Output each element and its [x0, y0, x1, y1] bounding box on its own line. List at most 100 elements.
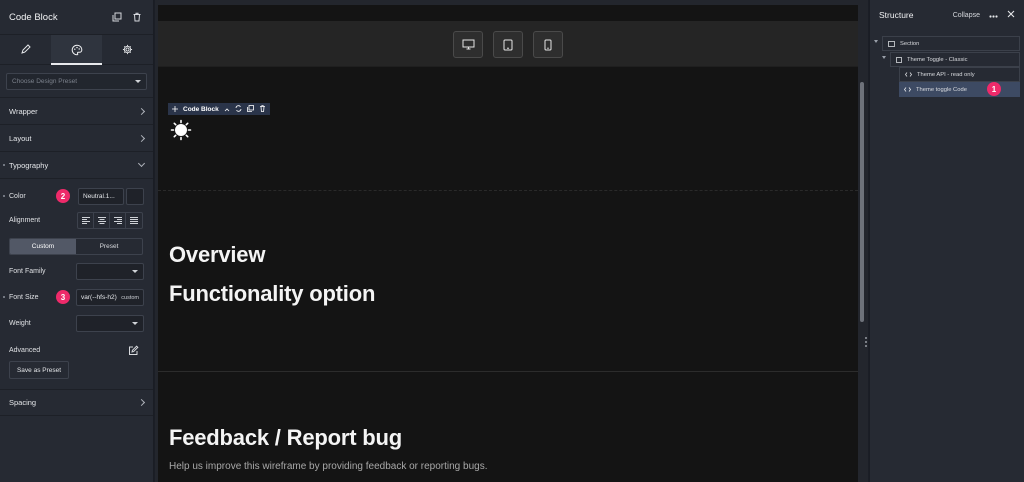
chevron-right-icon — [137, 398, 146, 407]
align-right-icon[interactable] — [110, 213, 126, 228]
code-block-label: Code Block — [183, 105, 219, 113]
feedback-text[interactable]: Help us improve this wireframe by provid… — [169, 461, 488, 472]
font-size-input[interactable]: var(--hfs-h2) custom — [76, 289, 144, 306]
typography-mode-toggle: Custom Preset — [9, 238, 143, 255]
panel-title: Code Block — [9, 11, 58, 23]
panel-tabs — [0, 35, 153, 65]
chevron-down-icon — [132, 322, 138, 325]
device-toolbar — [158, 21, 858, 67]
panel-header: Code Block — [0, 0, 153, 35]
align-center-icon[interactable] — [94, 213, 110, 228]
tree-item-label: Theme toggle Code — [916, 86, 967, 93]
expand-arrow-icon[interactable] — [882, 56, 886, 59]
close-icon[interactable] — [1007, 10, 1015, 20]
tree-item-section[interactable]: Section — [882, 36, 1020, 51]
tree-item-theme-api[interactable]: Theme API - read only — [899, 67, 1020, 82]
color-value-field[interactable]: Neutral.1... — [78, 188, 124, 205]
move-icon[interactable] — [172, 105, 178, 114]
edit-icon[interactable] — [128, 345, 139, 358]
duplicate-icon[interactable] — [246, 104, 254, 114]
preset-row: Choose Design Preset — [0, 65, 153, 98]
desktop-icon[interactable] — [453, 31, 483, 58]
tree-item-label: Theme API - read only — [917, 71, 975, 78]
section-typography[interactable]: Typography — [0, 152, 153, 179]
collapse-button[interactable]: Collapse — [953, 12, 980, 19]
div-icon — [896, 56, 902, 63]
structure-header: Structure Collapse — [870, 0, 1024, 30]
heading-functionality[interactable]: Functionality option — [169, 281, 375, 307]
tab-content[interactable] — [0, 35, 51, 64]
step-badge-2: 2 — [56, 189, 70, 203]
color-value: Neutral.1... — [83, 193, 115, 200]
chevron-down-icon — [132, 270, 138, 273]
alignment-buttons — [77, 212, 143, 229]
preview-frame: Code Block Overview Functionality option… — [158, 5, 858, 482]
save-as-preset-button[interactable]: Save as Preset — [9, 361, 69, 379]
modified-dot — [3, 164, 5, 166]
refresh-icon[interactable] — [235, 104, 242, 114]
duplicate-icon[interactable] — [110, 10, 124, 24]
tab-settings[interactable] — [102, 35, 153, 64]
align-left-icon[interactable] — [78, 213, 94, 228]
design-preset-select[interactable]: Choose Design Preset — [6, 73, 147, 90]
chevron-down-icon — [137, 159, 146, 168]
section-typography-label: Typography — [9, 160, 49, 170]
section-wrapper[interactable]: Wrapper — [0, 98, 153, 125]
structure-panel: Structure Collapse Section Theme Toggle … — [869, 0, 1024, 482]
mobile-icon[interactable] — [533, 31, 563, 58]
font-size-unit[interactable]: custom — [121, 295, 139, 301]
trash-icon[interactable] — [259, 104, 266, 114]
structure-title: Structure — [879, 10, 914, 20]
tree-item-label: Theme Toggle - Classic — [907, 56, 968, 63]
tree-item-theme-code[interactable]: Theme toggle Code — [899, 82, 1020, 97]
canvas-scrollbar[interactable] — [860, 82, 864, 322]
resize-handle-icon[interactable] — [864, 336, 868, 348]
align-justify-icon[interactable] — [126, 213, 142, 228]
gear-icon — [122, 44, 133, 55]
chevron-down-icon — [135, 80, 141, 83]
font-size-value: var(--hfs-h2) — [81, 294, 117, 301]
step-badge-1: 1 — [987, 82, 1001, 96]
code-block-toolbar: Code Block — [168, 103, 270, 115]
code-icon — [904, 87, 911, 92]
color-swatch[interactable] — [126, 188, 144, 205]
tablet-icon[interactable] — [493, 31, 523, 58]
section-layout-label: Layout — [9, 133, 32, 143]
tree-item-theme-toggle[interactable]: Theme Toggle - Classic — [890, 52, 1020, 67]
section-spacing-label: Spacing — [9, 398, 37, 407]
section-spacing[interactable]: Spacing — [0, 389, 153, 416]
mode-preset-button[interactable]: Preset — [76, 239, 142, 254]
tree-item-label: Section — [900, 40, 920, 47]
color-label: Color — [9, 193, 26, 200]
more-icon[interactable] — [989, 11, 998, 20]
advanced-label: Advanced — [9, 347, 41, 354]
section-icon — [888, 40, 895, 47]
mode-custom-button[interactable]: Custom — [10, 239, 76, 254]
left-panel: Code Block Choose Design Preset Wrapper … — [0, 0, 154, 482]
preset-placeholder: Choose Design Preset — [12, 78, 78, 85]
heading-overview[interactable]: Overview — [169, 242, 265, 268]
builder-canvas: Code Block Overview Functionality option… — [155, 0, 868, 482]
step-badge-3: 3 — [56, 290, 70, 304]
font-family-select[interactable] — [76, 263, 144, 280]
divider — [158, 371, 858, 372]
weight-select[interactable] — [76, 315, 144, 332]
sun-icon[interactable] — [170, 119, 192, 143]
font-size-label: Font Size — [9, 294, 39, 301]
weight-label: Weight — [9, 320, 31, 327]
alignment-label: Alignment — [9, 217, 41, 224]
section-wrapper-label: Wrapper — [9, 106, 38, 116]
tab-style[interactable] — [51, 35, 102, 65]
chevron-up-icon[interactable] — [224, 105, 230, 114]
divider — [158, 190, 858, 191]
palette-icon — [71, 44, 82, 55]
pencil-icon — [21, 44, 31, 54]
font-family-label: Font Family — [9, 268, 46, 275]
chevron-right-icon — [137, 134, 146, 142]
heading-feedback[interactable]: Feedback / Report bug — [169, 425, 402, 451]
trash-icon[interactable] — [130, 10, 144, 24]
expand-arrow-icon[interactable] — [874, 40, 878, 43]
section-layout[interactable]: Layout — [0, 125, 153, 152]
chevron-right-icon — [137, 107, 146, 115]
code-icon — [905, 72, 912, 77]
